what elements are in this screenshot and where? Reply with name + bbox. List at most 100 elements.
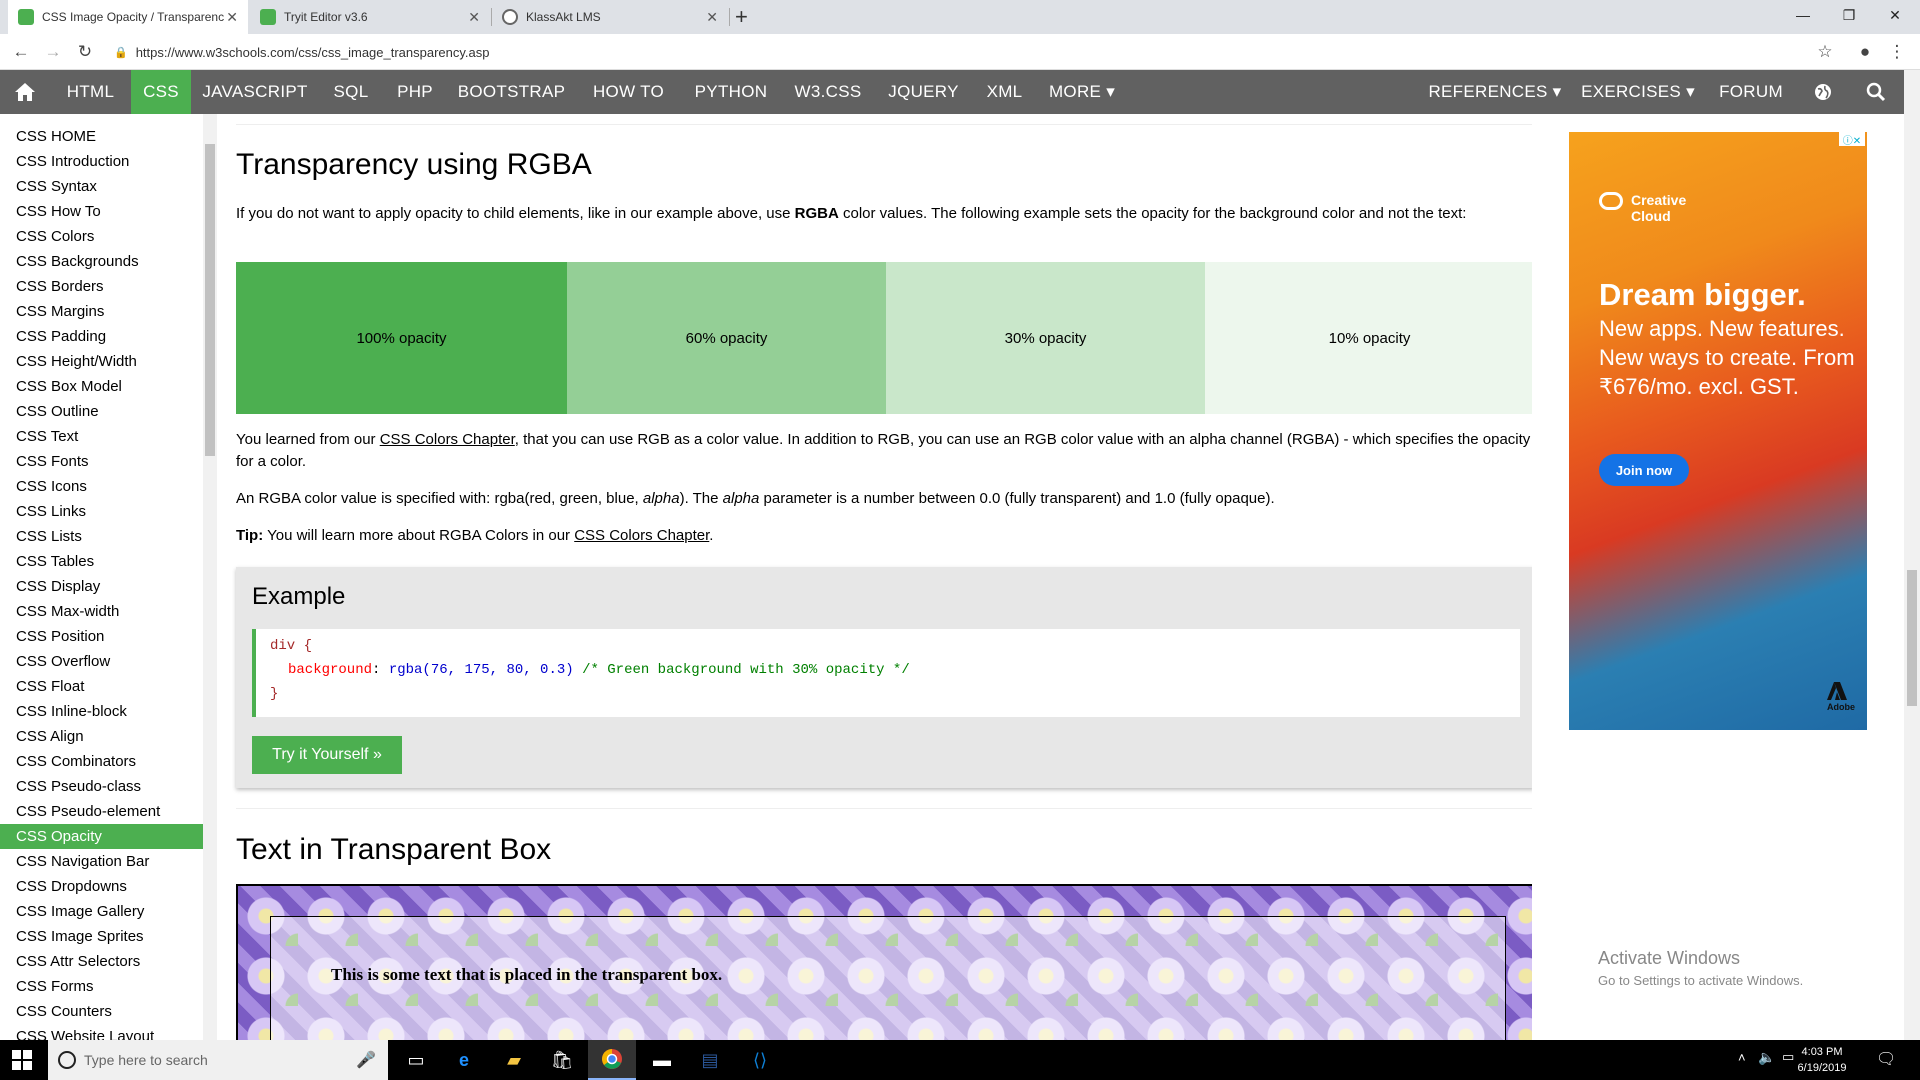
back-arrow-icon[interactable]: ← <box>8 39 34 65</box>
sidebar-item-css-combinators[interactable]: CSS Combinators <box>0 749 203 774</box>
sidebar-item-css-icons[interactable]: CSS Icons <box>0 474 203 499</box>
sidebar-item-css-links[interactable]: CSS Links <box>0 499 203 524</box>
sidebar-item-css-backgrounds[interactable]: CSS Backgrounds <box>0 249 203 274</box>
sidebar-item-css-attr-selectors[interactable]: CSS Attr Selectors <box>0 949 203 974</box>
close-tab-icon[interactable]: ✕ <box>226 9 238 26</box>
page-scrollbar-thumb[interactable] <box>1907 570 1917 706</box>
nav-xml[interactable]: XML <box>972 70 1037 114</box>
edge-browser-icon[interactable]: e <box>440 1040 488 1080</box>
sidebar-item-css-outline[interactable]: CSS Outline <box>0 399 203 424</box>
home-icon[interactable] <box>0 70 50 114</box>
sidebar-item-css-fonts[interactable]: CSS Fonts <box>0 449 203 474</box>
sidebar-item-css-introduction[interactable]: CSS Introduction <box>0 149 203 174</box>
nav-exercises-dropdown[interactable]: EXERCISES ▾ <box>1575 70 1701 114</box>
url-bar[interactable]: 🔒 https://www.w3schools.com/css/css_imag… <box>108 39 1848 65</box>
taskbar-clock[interactable]: 4:03 PM 6/19/2019 <box>1794 1044 1850 1076</box>
ad-join-now-button[interactable]: Join now <box>1599 454 1689 486</box>
sidebar-item-css-image-gallery[interactable]: CSS Image Gallery <box>0 899 203 924</box>
search-icon[interactable] <box>1856 70 1896 114</box>
css-colors-chapter-link[interactable]: CSS Colors Chapter <box>380 431 515 448</box>
menu-kebab-icon[interactable]: ⋮ <box>1884 39 1910 65</box>
system-tray-chevron-icon[interactable]: ˄ <box>1738 1050 1746 1065</box>
nav-javascript[interactable]: JAVASCRIPT <box>191 70 319 114</box>
bookmark-star-icon[interactable]: ☆ <box>1812 39 1838 65</box>
sidebar-item-css-text[interactable]: CSS Text <box>0 424 203 449</box>
sidebar-item-css-colors[interactable]: CSS Colors <box>0 224 203 249</box>
network-icon[interactable]: ▭ <box>1782 1049 1794 1065</box>
store-icon[interactable]: 🛍 <box>538 1040 586 1080</box>
microphone-icon[interactable]: 🎤 <box>356 1050 376 1070</box>
sidebar-item-css-borders[interactable]: CSS Borders <box>0 274 203 299</box>
sidebar-item-css-opacity[interactable]: CSS Opacity <box>0 824 203 849</box>
task-view-icon[interactable]: ▭ <box>392 1040 440 1080</box>
sidebar-item-css-syntax[interactable]: CSS Syntax <box>0 174 203 199</box>
sidebar-item-css-navigation-bar[interactable]: CSS Navigation Bar <box>0 849 203 874</box>
nav-more-dropdown[interactable]: MORE ▾ <box>1037 70 1127 114</box>
restore-window-icon[interactable]: ❐ <box>1826 0 1872 30</box>
sidebar-item-css-website-layout[interactable]: CSS Website Layout <box>0 1024 203 1040</box>
sidebar-item-css-display[interactable]: CSS Display <box>0 574 203 599</box>
sidebar-item-css-height-width[interactable]: CSS Height/Width <box>0 349 203 374</box>
nav-w3css[interactable]: W3.CSS <box>781 70 875 114</box>
volume-icon[interactable]: 🔈 <box>1758 1049 1775 1066</box>
sidebar-item-css-dropdowns[interactable]: CSS Dropdowns <box>0 874 203 899</box>
nav-python[interactable]: PYTHON <box>681 70 781 114</box>
nav-bootstrap[interactable]: BOOTSTRAP <box>447 70 576 114</box>
nav-references-dropdown[interactable]: REFERENCES ▾ <box>1420 70 1570 114</box>
forward-arrow-icon[interactable]: → <box>40 39 66 65</box>
page-scrollbar[interactable] <box>1904 70 1920 1040</box>
close-tab-icon[interactable]: ✕ <box>468 9 480 26</box>
chrome-icon[interactable] <box>588 1040 636 1080</box>
nav-jquery[interactable]: JQUERY <box>875 70 972 114</box>
clock-time: 4:03 PM <box>1801 1046 1843 1058</box>
sidebar-item-css-max-width[interactable]: CSS Max-width <box>0 599 203 624</box>
nav-css[interactable]: CSS <box>131 70 191 114</box>
sidebar-item-css-overflow[interactable]: CSS Overflow <box>0 649 203 674</box>
sidebar-item-css-forms[interactable]: CSS Forms <box>0 974 203 999</box>
sidebar-item-css-padding[interactable]: CSS Padding <box>0 324 203 349</box>
nav-sql[interactable]: SQL <box>319 70 383 114</box>
try-it-yourself-button[interactable]: Try it Yourself » <box>252 736 402 774</box>
sidebar-item-css-pseudo-element[interactable]: CSS Pseudo-element <box>0 799 203 824</box>
close-tab-icon[interactable]: ✕ <box>706 9 718 26</box>
account-avatar-icon[interactable]: ● <box>1852 39 1878 65</box>
sidebar-item-css-position[interactable]: CSS Position <box>0 624 203 649</box>
sidebar-item-css-lists[interactable]: CSS Lists <box>0 524 203 549</box>
globe-translate-icon[interactable] <box>1803 70 1843 114</box>
file-explorer-icon[interactable]: ▰ <box>490 1040 538 1080</box>
reload-icon[interactable]: ↻ <box>72 39 98 65</box>
word-document-icon[interactable]: ▤ <box>686 1040 734 1080</box>
tab-css-image-opacity[interactable]: CSS Image Opacity / Transparenc ✕ <box>8 0 248 34</box>
sidebar-item-css-tables[interactable]: CSS Tables <box>0 549 203 574</box>
nav-php[interactable]: PHP <box>383 70 447 114</box>
notifications-icon[interactable]: 🗨 <box>1876 1049 1896 1069</box>
opacity-block-100: 100% opacity <box>236 262 567 414</box>
sidebar-item-css-pseudo-class[interactable]: CSS Pseudo-class <box>0 774 203 799</box>
sidebar-item-css-home[interactable]: CSS HOME <box>0 124 203 149</box>
sidebar-item-css-align[interactable]: CSS Align <box>0 724 203 749</box>
new-tab-plus-icon[interactable]: + <box>735 4 748 30</box>
sidebar-item-css-margins[interactable]: CSS Margins <box>0 299 203 324</box>
ad-choices-icon[interactable]: ⓘ✕ <box>1839 132 1865 147</box>
nav-how-to[interactable]: HOW TO <box>576 70 681 114</box>
nav-forum[interactable]: FORUM <box>1705 70 1797 114</box>
code-line-2: background: rgba(76, 175, 80, 0.3) /* Gr… <box>270 658 1506 682</box>
adobe-creative-cloud-ad[interactable]: ⓘ✕ Creative Cloud Dream bigger. New apps… <box>1569 132 1867 730</box>
sidebar-item-css-inline-block[interactable]: CSS Inline-block <box>0 699 203 724</box>
tab-tryit-editor[interactable]: Tryit Editor v3.6 ✕ <box>250 0 490 34</box>
tab-klassakt-lms[interactable]: KlassAkt LMS ✕ <box>492 0 728 34</box>
sidebar-item-css-counters[interactable]: CSS Counters <box>0 999 203 1024</box>
sidebar-item-css-image-sprites[interactable]: CSS Image Sprites <box>0 924 203 949</box>
minimize-window-icon[interactable]: — <box>1780 0 1826 30</box>
windows-start-icon[interactable] <box>12 1050 32 1070</box>
vscode-icon[interactable]: ⟨⟩ <box>736 1040 784 1080</box>
css-colors-chapter-link[interactable]: CSS Colors Chapter <box>574 527 709 544</box>
sidebar-scrollbar-thumb[interactable] <box>205 144 215 456</box>
sidebar-item-css-float[interactable]: CSS Float <box>0 674 203 699</box>
sidebar-item-css-box-model[interactable]: CSS Box Model <box>0 374 203 399</box>
taskbar-search-box[interactable]: Type here to search 🎤 <box>48 1040 388 1080</box>
nav-html[interactable]: HTML <box>50 70 131 114</box>
close-window-icon[interactable]: ✕ <box>1872 0 1918 30</box>
sidebar-item-css-how-to[interactable]: CSS How To <box>0 199 203 224</box>
media-app-icon[interactable]: ▬ <box>638 1040 686 1080</box>
